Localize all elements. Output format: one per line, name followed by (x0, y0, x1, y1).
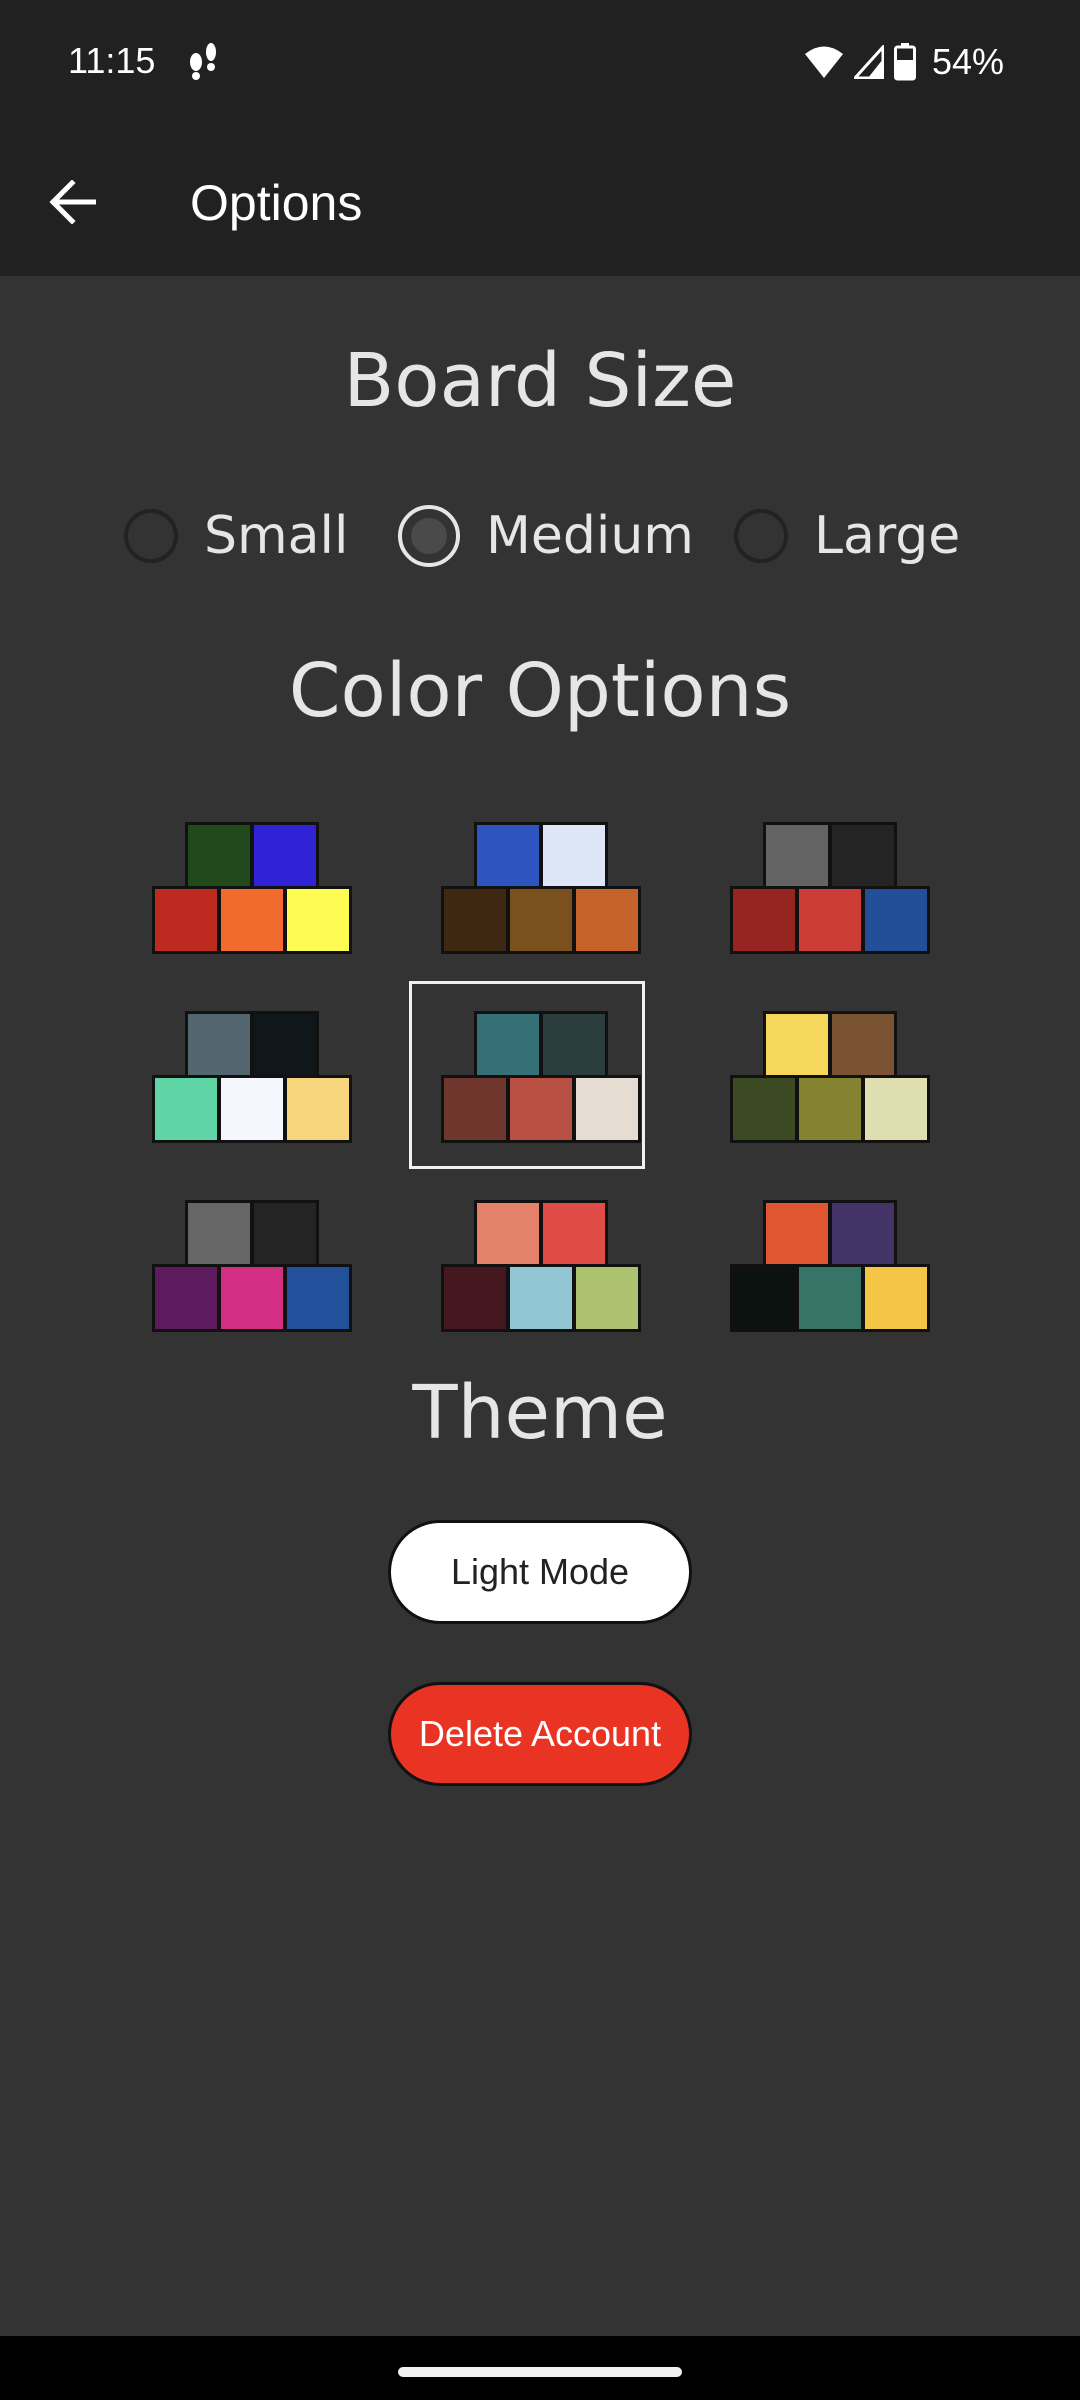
color-swatch (862, 1264, 930, 1332)
radio-small-circle[interactable] (124, 509, 178, 563)
color-swatch (185, 1200, 253, 1268)
cellular-signal-icon (853, 45, 884, 79)
app-bar: Options (0, 128, 1080, 276)
color-swatch (152, 1075, 220, 1143)
color-swatch (763, 1011, 831, 1079)
color-swatch (152, 886, 220, 954)
color-swatch (730, 886, 798, 954)
color-palette-option[interactable] (441, 822, 641, 956)
radio-large-circle[interactable] (734, 509, 788, 563)
color-swatch (251, 1200, 319, 1268)
color-swatch (763, 822, 831, 890)
color-options-title: Color Options (288, 648, 792, 734)
color-swatch (796, 1075, 864, 1143)
color-swatch (862, 1075, 930, 1143)
color-swatch (763, 1200, 831, 1268)
color-swatch (573, 886, 641, 954)
board-size-radio-group: Small Medium Large (0, 498, 1080, 574)
color-swatch (441, 886, 509, 954)
color-swatch (441, 1264, 509, 1332)
status-time: 11:15 (68, 40, 156, 81)
color-swatch (218, 886, 286, 954)
color-swatch (218, 1264, 286, 1332)
color-swatch (284, 1264, 352, 1332)
color-swatch (730, 1075, 798, 1143)
color-palette-option[interactable] (152, 1200, 352, 1334)
color-swatch (829, 1011, 897, 1079)
color-swatch (474, 822, 542, 890)
color-palette-option[interactable] (152, 822, 352, 956)
back-button[interactable] (34, 164, 110, 240)
color-swatch (218, 1075, 286, 1143)
radio-large-label: Large (814, 506, 961, 566)
color-swatch (284, 886, 352, 954)
footsteps-icon (190, 43, 216, 80)
color-swatch (829, 822, 897, 890)
color-palette-option[interactable] (730, 1200, 930, 1334)
status-icons: 54% (804, 40, 1004, 84)
color-swatch (474, 1200, 542, 1268)
radio-medium-circle[interactable] (398, 505, 460, 567)
color-swatch (730, 1264, 798, 1332)
status-bar: 11:15 54% (0, 0, 1080, 128)
color-swatch (251, 1011, 319, 1079)
battery-icon (893, 43, 916, 81)
color-palette-option[interactable] (730, 822, 930, 956)
color-swatch (796, 886, 864, 954)
color-swatch (284, 1075, 352, 1143)
theme-title: Theme (412, 1370, 668, 1456)
color-swatch (185, 1011, 253, 1079)
wifi-icon (804, 46, 843, 78)
color-swatch (251, 822, 319, 890)
color-swatch (540, 822, 608, 890)
radio-medium[interactable]: Medium (398, 498, 694, 574)
page-title: Options (190, 175, 363, 231)
color-swatch (507, 886, 575, 954)
color-swatch (796, 1264, 864, 1332)
color-swatch (540, 1200, 608, 1268)
radio-large[interactable]: Large (734, 498, 960, 574)
color-swatch (507, 1264, 575, 1332)
color-swatch (152, 1264, 220, 1332)
selected-palette-outline (409, 981, 645, 1169)
color-palette-option[interactable] (152, 1011, 352, 1145)
radio-medium-label: Medium (486, 506, 694, 566)
radio-small-label: Small (204, 506, 349, 566)
home-indicator[interactable] (398, 2367, 682, 2377)
battery-percentage: 54% (931, 41, 1004, 82)
arrow-back-icon (49, 180, 96, 224)
radio-small[interactable]: Small (124, 498, 348, 574)
delete-account-button[interactable]: Delete Account (388, 1682, 692, 1786)
board-size-title: Board Size (343, 338, 737, 424)
color-palette-option[interactable] (730, 1011, 930, 1145)
color-swatch (573, 1264, 641, 1332)
color-palette-option[interactable] (441, 1200, 641, 1334)
color-swatch (829, 1200, 897, 1268)
color-swatch (862, 886, 930, 954)
color-swatch (185, 822, 253, 890)
light-mode-button[interactable]: Light Mode (388, 1520, 692, 1624)
